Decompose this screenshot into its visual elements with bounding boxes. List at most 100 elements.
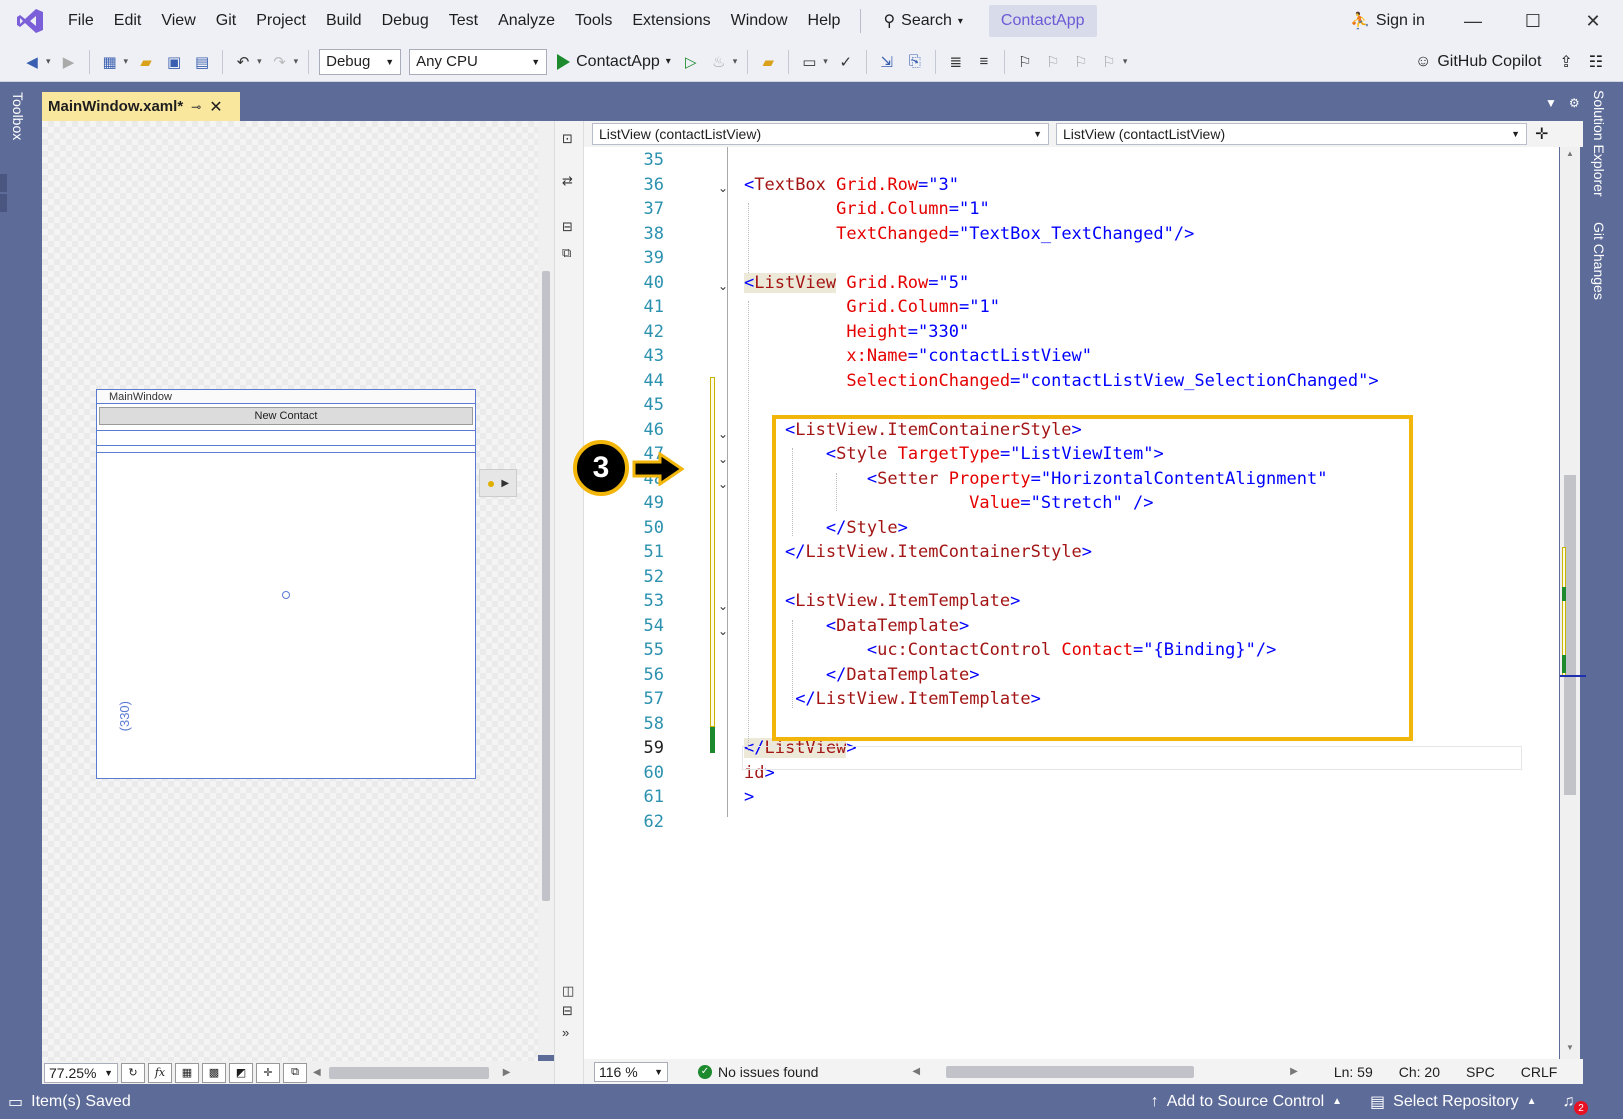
navigate-back-icon[interactable]: ◀ — [21, 51, 43, 73]
undo-icon[interactable]: ↶ — [232, 51, 254, 73]
editor-vertical-scrollbar[interactable]: ▲ ▼ — [1560, 147, 1586, 1059]
device-preview-icon[interactable]: ⧉ — [283, 1062, 307, 1083]
save-all-icon[interactable]: ▤ — [191, 51, 213, 73]
window-layout-icon[interactable]: ▭ — [798, 51, 820, 73]
folder-view-icon[interactable]: ▰ — [757, 51, 779, 73]
chevron-down-icon[interactable]: ▾ — [257, 56, 262, 67]
start-without-debugging-icon[interactable]: ▷ — [680, 51, 702, 73]
chevron-down-icon[interactable]: ▾ — [823, 56, 828, 67]
designer-new-contact-button[interactable]: New Contact — [99, 407, 473, 425]
solution-explorer-tab[interactable]: Solution Explorer — [1591, 90, 1607, 197]
code-line[interactable]: <ListView Grid.Row="5" — [744, 272, 969, 293]
code-editor[interactable]: 35 36 37 38 39 40 41 42 43 44 45 46 47 48 49 50 51 52 53 54… — [584, 147, 1559, 1059]
center-handle[interactable] — [282, 591, 290, 599]
comment-icon[interactable]: ≡ — [973, 51, 995, 73]
chevron-down-icon[interactable]: ▾ — [124, 56, 129, 67]
menu-item-view[interactable]: View — [151, 0, 205, 42]
horizontal-split-icon[interactable]: ⊟ — [562, 1003, 573, 1019]
collapse-pane-icon[interactable]: » — [562, 1025, 569, 1040]
github-copilot-button[interactable]: ☺ GitHub Copilot ⇪ ☷ — [1415, 42, 1603, 82]
code-line[interactable]: <Style TargetType="ListViewItem"> — [744, 444, 1164, 464]
scroll-right-icon[interactable]: ▶ — [1290, 1066, 1298, 1077]
add-to-source-control-button[interactable]: ↑ Add to Source Control ▲ — [1151, 1093, 1342, 1111]
line-indicator[interactable]: Ln: 59 — [1334, 1064, 1373, 1080]
code-line[interactable]: <DataTemplate> — [744, 616, 969, 636]
code-line[interactable]: > — [744, 787, 754, 807]
scroll-left-icon[interactable]: ◀ — [313, 1067, 321, 1078]
designer-zoom-select[interactable]: 77.25% ▼ — [44, 1062, 118, 1083]
code-line[interactable]: </Style> — [744, 518, 908, 538]
gear-icon[interactable]: ⚙ — [1569, 96, 1580, 110]
designer-window-preview[interactable]: MainWindow New Contact — [96, 389, 476, 779]
designer-horizontal-scrollbar[interactable] — [328, 1066, 489, 1079]
menu-item-edit[interactable]: Edit — [104, 0, 152, 42]
bookmark-icon[interactable]: ⚐ — [1014, 51, 1036, 73]
chevron-down-icon[interactable]: ▾ — [294, 56, 299, 67]
code-line[interactable]: x:Name="contactListView" — [744, 346, 1092, 366]
document-tab-mainwindow[interactable]: MainWindow.xaml* ⊸ ✕ — [42, 92, 240, 121]
code-line[interactable]: <ListView.ItemTemplate> — [744, 591, 1020, 611]
sign-in-button[interactable]: ⛹ Sign in — [1350, 0, 1425, 42]
menu-item-git[interactable]: Git — [206, 0, 246, 42]
nav-right-select[interactable]: ListView (contactListView) ▼ — [1056, 123, 1527, 145]
open-folder-icon[interactable]: ▰ — [135, 51, 157, 73]
toolbar-overflow-icon[interactable]: ▾ — [1123, 56, 1128, 67]
git-changes-tab[interactable]: Git Changes — [1591, 222, 1607, 300]
designer-listview[interactable] — [97, 452, 475, 767]
new-project-icon[interactable]: ▦ — [99, 51, 121, 73]
snap-lines-icon[interactable]: ✛ — [256, 1062, 280, 1083]
chevron-down-icon[interactable]: ▾ — [46, 56, 51, 67]
scroll-up-icon[interactable]: ▲ — [1566, 149, 1574, 158]
menu-item-tools[interactable]: Tools — [565, 0, 622, 42]
feedback-icon[interactable]: ☷ — [1589, 52, 1603, 72]
code-line[interactable]: </ListView.ItemTemplate> — [744, 689, 1041, 709]
menu-item-test[interactable]: Test — [439, 0, 488, 42]
quick-actions-button[interactable]: ● ▶ — [479, 469, 517, 497]
minimize-button[interactable]: — — [1450, 0, 1496, 42]
menu-item-analyze[interactable]: Analyze — [488, 0, 565, 42]
start-debugging-button[interactable]: ContactApp ▾ — [557, 53, 671, 71]
scroll-left-icon[interactable]: ◀ — [912, 1066, 920, 1077]
close-window-button[interactable]: ✕ — [1570, 0, 1616, 42]
menu-item-debug[interactable]: Debug — [372, 0, 439, 42]
navigate-forward-icon[interactable]: ▶ — [58, 51, 80, 73]
xaml-designer-surface[interactable]: MainWindow New Contact (330) ● ▶ — [42, 121, 538, 1061]
scroll-right-icon[interactable]: ▶ — [503, 1067, 511, 1078]
code-line[interactable]: <TextBox Grid.Row="3" — [744, 175, 959, 195]
code-line[interactable]: Value="Stretch" /> — [744, 493, 1153, 513]
scroll-down-icon[interactable]: ▼ — [1566, 1043, 1574, 1052]
pin-icon[interactable]: ⊸ — [191, 100, 201, 114]
chevron-down-icon[interactable]: ▼ — [1545, 96, 1557, 110]
line-ending-indicator[interactable]: CRLF — [1521, 1064, 1558, 1080]
expand-pane-icon[interactable]: ⊡ — [562, 131, 573, 147]
code-line[interactable]: </ListView.ItemContainerStyle> — [744, 542, 1092, 562]
save-icon[interactable]: ▣ — [163, 51, 185, 73]
maximize-button[interactable]: ☐ — [1510, 0, 1556, 42]
vertical-split-icon[interactable]: ◫ — [562, 983, 574, 999]
toolbox-tab[interactable]: Toolbox — [10, 92, 26, 140]
visual-studio-logo-icon[interactable] — [16, 8, 44, 34]
popout-icon[interactable]: ⧉ — [562, 245, 571, 261]
menu-item-project[interactable]: Project — [246, 0, 316, 42]
hot-reload-icon[interactable]: ♨ — [708, 51, 730, 73]
chevron-down-icon[interactable]: ▾ — [733, 56, 738, 67]
issues-indicator[interactable]: ✓ No issues found — [698, 1064, 818, 1080]
code-line[interactable]: <Setter Property="HorizontalContentAlign… — [744, 469, 1328, 489]
code-line[interactable]: <uc:ContactControl Contact="{Binding}"/> — [744, 640, 1276, 660]
split-editor-icon[interactable]: ✛ — [1535, 124, 1548, 144]
search-button[interactable]: ⚲ Search ▾ — [871, 11, 974, 31]
column-indicator[interactable]: Ch: 20 — [1399, 1064, 1440, 1080]
menu-item-help[interactable]: Help — [798, 0, 851, 42]
indent-icon[interactable]: ≣ — [945, 51, 967, 73]
share-icon[interactable]: ⇪ — [1559, 52, 1572, 72]
grid-icon[interactable]: ▦ — [175, 1062, 199, 1083]
spell-check-icon[interactable]: ✓ — [835, 51, 857, 73]
notifications-button[interactable]: ♫ — [1562, 1093, 1574, 1111]
designer-vertical-scrollbar[interactable] — [538, 121, 554, 1055]
menu-item-window[interactable]: Window — [721, 0, 798, 42]
code-line[interactable]: TextChanged="TextBox_TextChanged"/> — [744, 224, 1194, 244]
swap-panes-icon[interactable]: ⇄ — [562, 173, 573, 189]
code-line[interactable]: <ListView.ItemContainerStyle> — [744, 420, 1082, 440]
menu-item-file[interactable]: File — [58, 0, 104, 42]
snap-grid-icon[interactable]: ▩ — [202, 1062, 226, 1083]
